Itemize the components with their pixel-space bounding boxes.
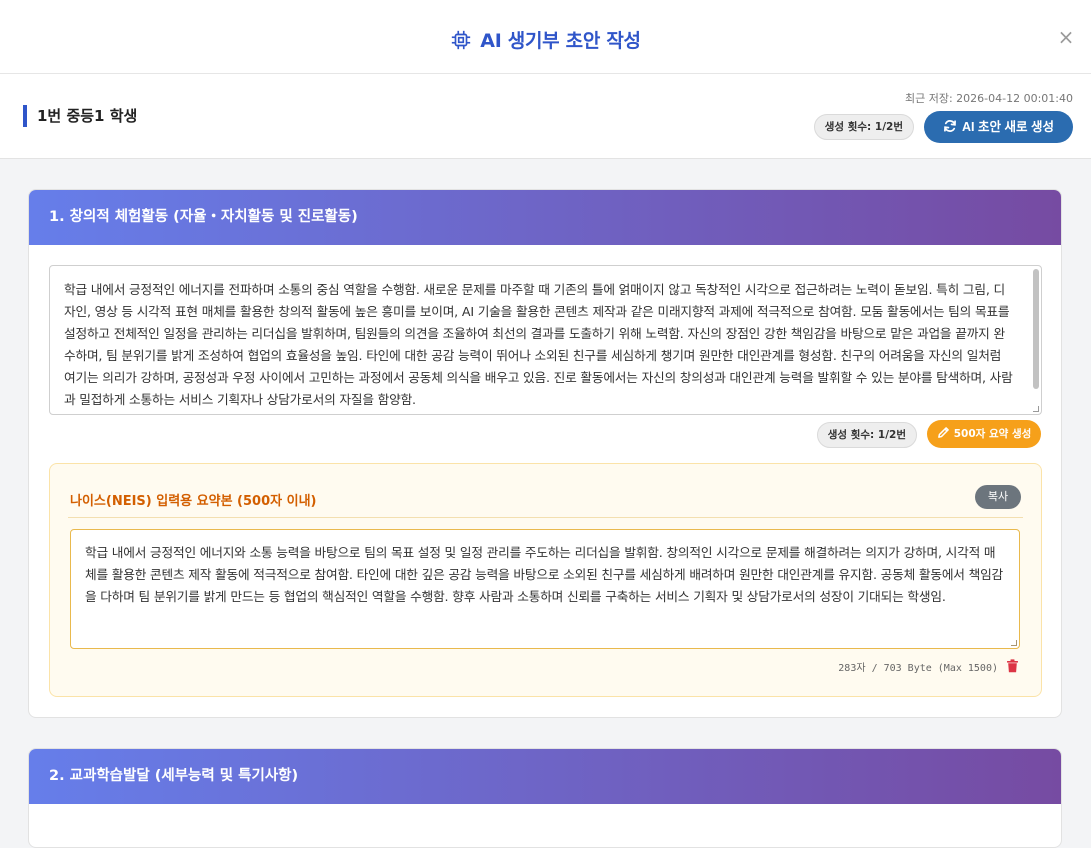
- regenerate-draft-button[interactable]: AI 초안 새로 생성: [924, 111, 1073, 143]
- regenerate-draft-label: AI 초안 새로 생성: [962, 120, 1054, 134]
- neis-summary-textarea[interactable]: 학급 내에서 긍정적인 에너지와 소통 능력을 바탕으로 팀의 목표 설정 및 …: [70, 529, 1020, 649]
- student-bar: 1번 중등1 학생 최근 저장: 2026-04-12 00:01:40 생성 …: [0, 74, 1091, 159]
- generation-row: 생성 횟수: 1/2번 500자 요약 생성: [801, 420, 1041, 448]
- generate-summary-label: 500자 요약 생성: [953, 428, 1032, 440]
- generation-count-badge: 생성 횟수: 1/2번: [813, 114, 914, 140]
- section-generation-count-badge: 생성 횟수: 1/2번: [816, 422, 917, 448]
- pencil-icon: [937, 427, 949, 438]
- student-name: 1번 중등1 학생: [23, 105, 137, 127]
- textarea-resize-handle[interactable]: [1011, 640, 1017, 646]
- last-saved-timestamp: 최근 저장: 2026-04-12 00:01:40: [904, 92, 1073, 105]
- close-icon[interactable]: ×: [1057, 27, 1075, 47]
- neis-summary-title: 나이스(NEIS) 입력용 요약본 (500자 이내): [70, 494, 317, 509]
- modal-header: AI 생기부 초안 작성 ×: [0, 0, 1091, 74]
- draft-text: 학급 내에서 긍정적인 에너지를 전파하며 소통의 중심 역할을 수행함. 새로…: [64, 282, 1013, 407]
- trash-icon[interactable]: [1006, 659, 1019, 673]
- divider: [68, 517, 1023, 518]
- textarea-scrollbar[interactable]: [1033, 269, 1039, 389]
- modal-title-text: AI 생기부 초안 작성: [480, 30, 641, 52]
- section-card-creative-activities: 1. 창의적 체험활동 (자율・자치활동 및 진로활동) 학급 내에서 긍정적인…: [28, 189, 1062, 718]
- neis-summary-text: 학급 내에서 긍정적인 에너지와 소통 능력을 바탕으로 팀의 목표 설정 및 …: [85, 545, 1004, 604]
- textarea-resize-handle[interactable]: [1033, 406, 1039, 412]
- section-header: 2. 교과학습발달 (세부능력 및 특기사항): [29, 749, 1061, 804]
- byte-counter: 283자 / 703 Byte (Max 1500): [838, 663, 998, 674]
- chip-icon: [452, 30, 471, 50]
- draft-textarea[interactable]: 학급 내에서 긍정적인 에너지를 전파하며 소통의 중심 역할을 수행함. 새로…: [49, 265, 1042, 415]
- neis-summary-box: 나이스(NEIS) 입력용 요약본 (500자 이내) 복사 학급 내에서 긍정…: [49, 463, 1042, 697]
- section-header: 1. 창의적 체험활동 (자율・자치활동 및 진로활동): [29, 190, 1061, 245]
- modal-title: AI 생기부 초안 작성: [0, 26, 1091, 53]
- section-card-subject-learning: 2. 교과학습발달 (세부능력 및 특기사항): [28, 748, 1062, 848]
- sync-icon: [944, 120, 956, 132]
- copy-button[interactable]: 복사: [975, 485, 1021, 509]
- generate-summary-button[interactable]: 500자 요약 생성: [927, 420, 1041, 448]
